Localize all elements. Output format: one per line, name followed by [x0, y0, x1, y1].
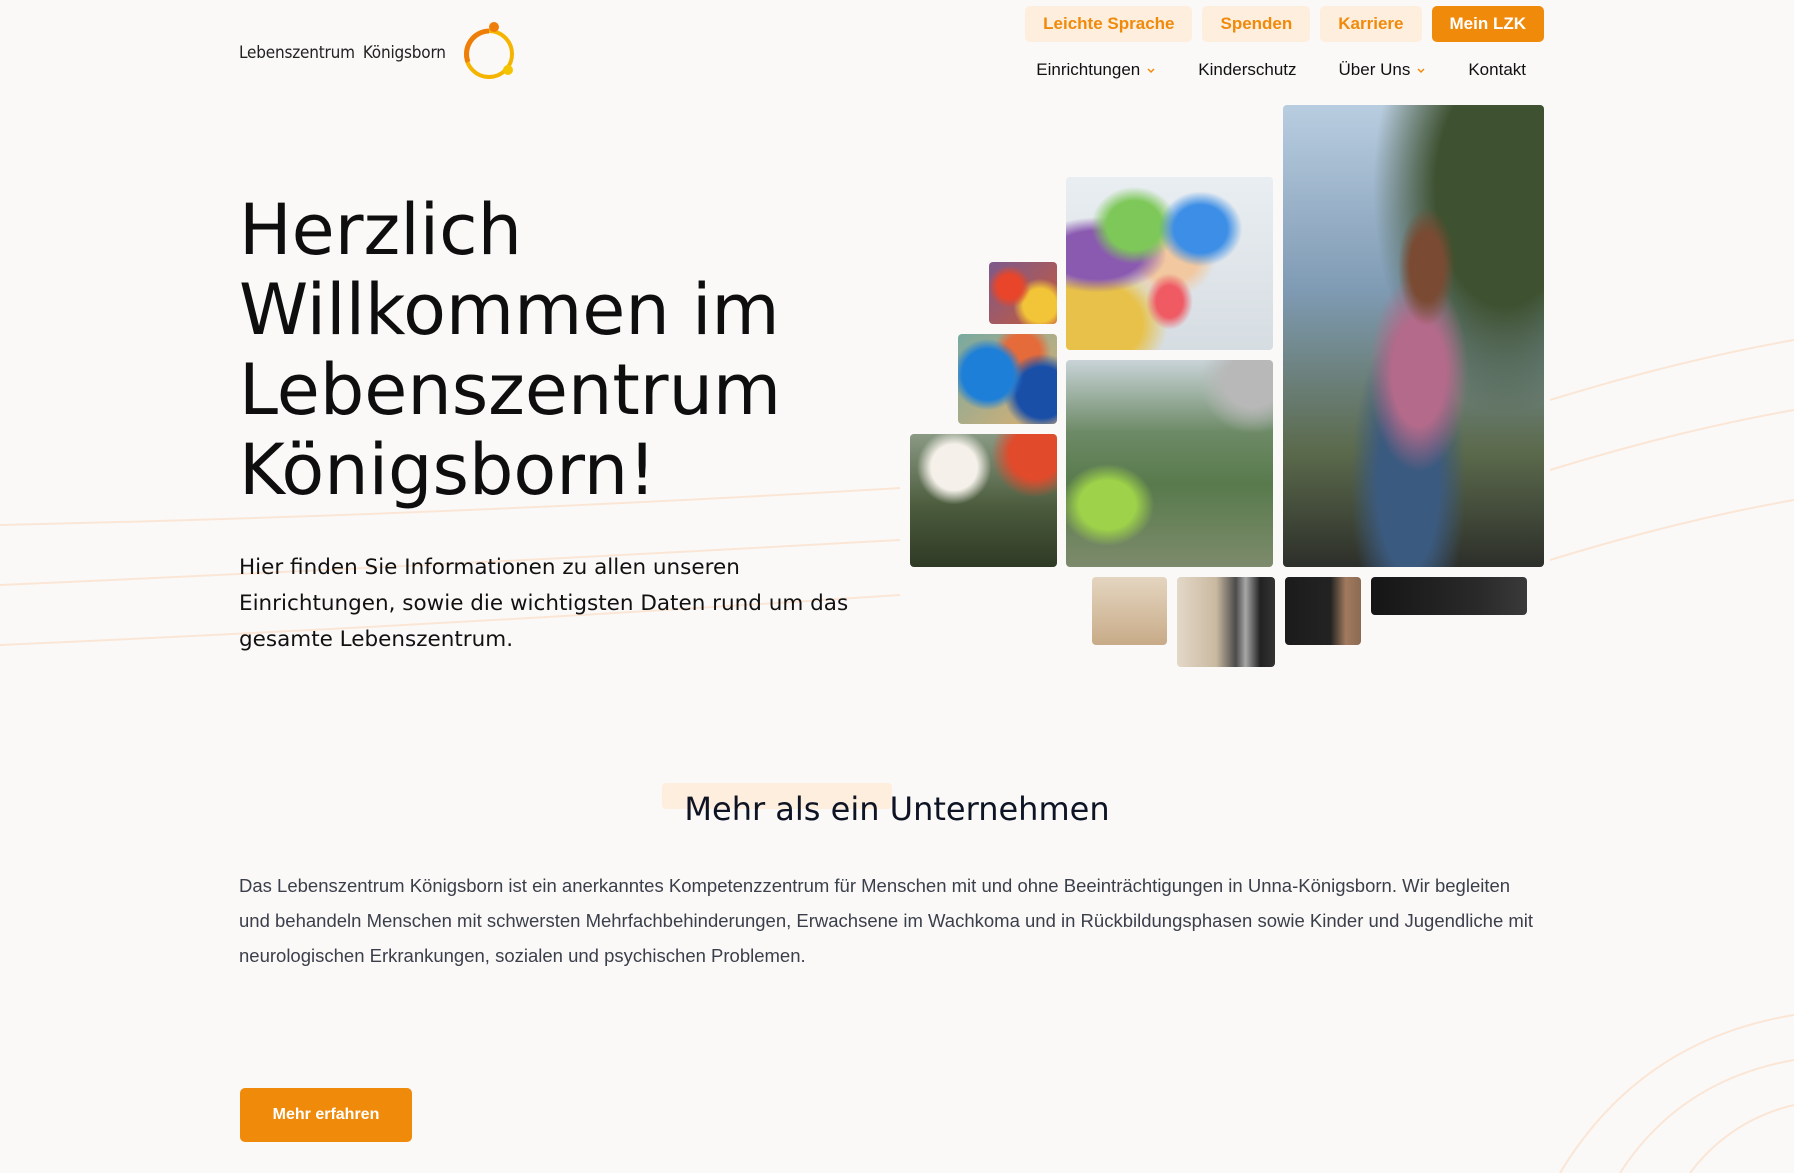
- learn-more-button[interactable]: Mehr erfahren: [240, 1088, 412, 1142]
- collage-photo-strip-2: [1177, 577, 1275, 667]
- nav-item-contact[interactable]: Kontakt: [1468, 60, 1526, 80]
- top-button-bar: Leichte Sprache Spenden Karriere Mein LZ…: [1025, 6, 1544, 42]
- chevron-down-icon: [1417, 68, 1425, 74]
- nav-contact-label: Kontakt: [1468, 60, 1526, 79]
- easy-language-button[interactable]: Leichte Sprache: [1025, 6, 1193, 42]
- main-navigation: Einrichtungen Kinderschutz Über Uns Kont…: [1036, 60, 1526, 80]
- nav-child-protection-label: Kinderschutz: [1198, 60, 1297, 79]
- collage-photo-strip-4: [1371, 577, 1527, 615]
- collage-photo-laughing-child: [1283, 105, 1544, 567]
- collage-photo-balloons-small: [989, 262, 1057, 324]
- donate-button[interactable]: Spenden: [1202, 6, 1311, 42]
- collage-photo-park: [910, 434, 1057, 567]
- logo-wordmark: Lebenszentrum Königsborn: [239, 43, 446, 63]
- chevron-down-icon: [1147, 68, 1155, 74]
- site-logo[interactable]: Lebenszentrum Königsborn: [239, 20, 522, 86]
- nav-facilities-label: Einrichtungen: [1036, 60, 1141, 79]
- section-title: Mehr als ein Unternehmen: [684, 790, 1110, 828]
- collage-photo-strip-3: [1285, 577, 1361, 645]
- nav-item-about[interactable]: Über Uns: [1339, 60, 1427, 80]
- career-button[interactable]: Karriere: [1320, 6, 1422, 42]
- collage-photo-strip-1: [1092, 577, 1167, 645]
- section-title-wrap: Mehr als ein Unternehmen: [0, 790, 1794, 828]
- section-text: Das Lebenszentrum Königsborn ist ein ane…: [239, 875, 1534, 966]
- collage-photo-balloons-large: [1066, 177, 1273, 350]
- nav-about-label: Über Uns: [1338, 60, 1411, 79]
- logo-ring-icon: [463, 22, 514, 79]
- collage-photo-trees: [1066, 360, 1273, 567]
- hero-title: Herzlich Willkommen im Lebenszentrum Kön…: [239, 189, 782, 511]
- collage-photo-blue-balloons: [958, 334, 1057, 424]
- hero-text: Hier finden Sie Informationen zu allen u…: [239, 555, 849, 652]
- nav-item-child-protection[interactable]: Kinderschutz: [1198, 60, 1296, 80]
- my-lzk-button[interactable]: Mein LZK: [1431, 6, 1544, 42]
- nav-item-facilities[interactable]: Einrichtungen: [1036, 60, 1156, 80]
